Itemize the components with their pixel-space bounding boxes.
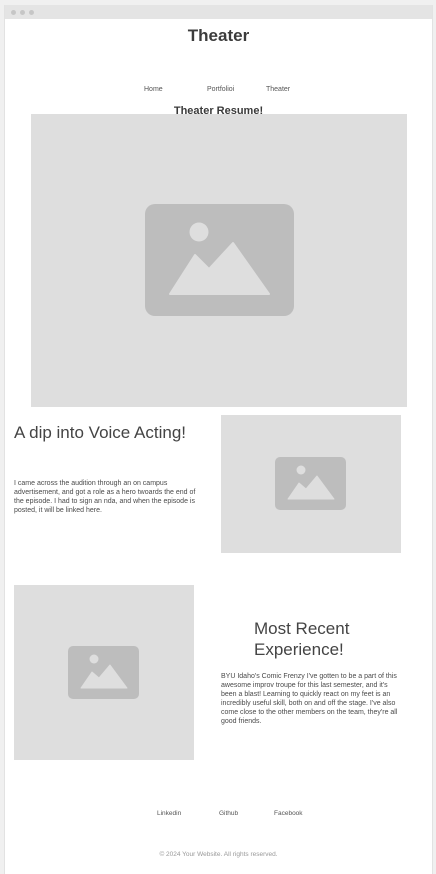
image-placeholder-icon: [145, 204, 294, 316]
nav-link-portfolio[interactable]: Portfolioi: [207, 86, 234, 93]
recent-experience-image-placeholder: [14, 585, 194, 760]
window-dot-icon: [20, 10, 25, 15]
recent-experience-heading: Most Recent Experience!: [254, 619, 350, 659]
copyright: © 2024 Your Website. All rights reserved…: [159, 851, 278, 858]
voice-acting-image-placeholder: [221, 415, 401, 553]
footer-links: Linkedin Github Facebook: [5, 810, 432, 820]
recent-experience-text: BYU Idaho's Comic Frenzy I've gotten to …: [221, 673, 398, 725]
site-title: Theater: [187, 26, 250, 45]
image-placeholder-icon: [68, 646, 139, 699]
window-titlebar: [5, 5, 432, 19]
footer-link-facebook[interactable]: Facebook: [274, 810, 303, 817]
voice-acting-text: I came across the audition through an on…: [14, 480, 196, 514]
window-dot-icon: [29, 10, 34, 15]
footer-link-github[interactable]: Github: [219, 810, 238, 817]
window-dot-icon: [11, 10, 16, 15]
nav-link-home[interactable]: Home: [144, 86, 163, 93]
browser-window: Theater Home Portfolioi Theater Theater …: [4, 5, 433, 874]
footer-link-linkedin[interactable]: Linkedin: [157, 810, 181, 817]
nav-link-theater[interactable]: Theater: [266, 86, 290, 93]
main-nav: Home Portfolioi Theater: [5, 86, 432, 98]
voice-acting-heading: A dip into Voice Acting!: [14, 423, 187, 442]
hero-image-placeholder: [31, 114, 407, 407]
image-placeholder-icon: [275, 457, 346, 510]
